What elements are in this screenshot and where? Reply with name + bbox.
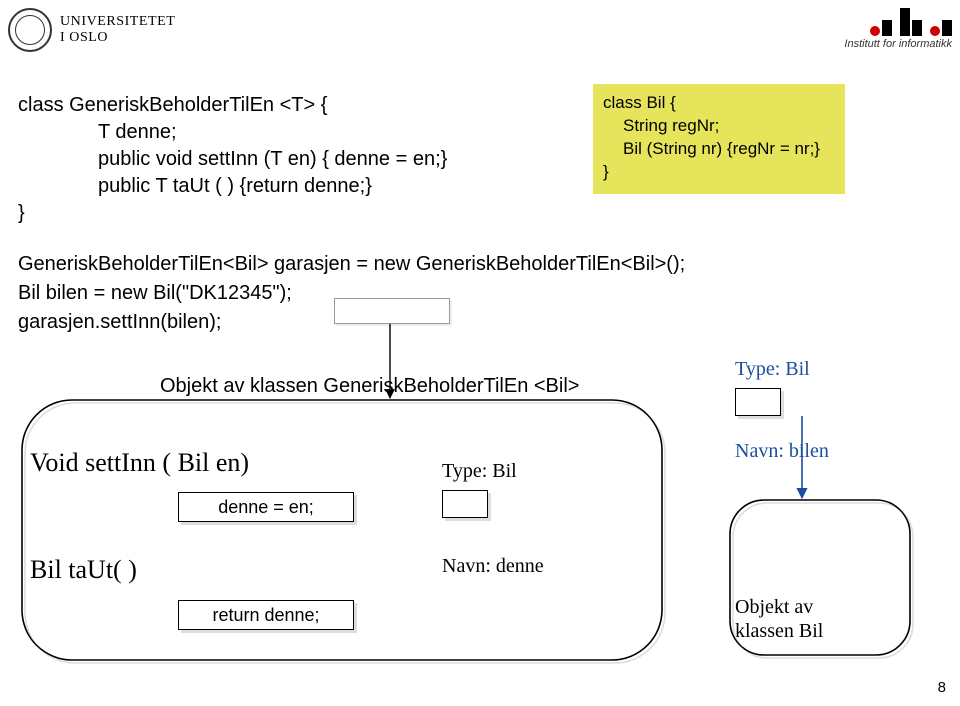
uio-seal-icon (8, 8, 52, 52)
box-denne-assign: denne = en; (178, 492, 354, 522)
code-line: Bil (String nr) {regNr = nr;} (603, 138, 835, 161)
objekt-bil-l2: klassen Bil (735, 619, 823, 643)
box-return-denne: return denne; (178, 600, 354, 630)
ifi-icon (844, 8, 952, 36)
code-line: T denne; (18, 119, 447, 146)
ref-box-bilen (735, 388, 781, 416)
code-line: public T taUt ( ) {return denne;} (18, 173, 447, 200)
code-line: } (603, 161, 835, 184)
objekt-bil-l1: Objekt av (735, 595, 823, 619)
code-block-generic: class GeneriskBeholderTilEn <T> { T denn… (18, 92, 447, 227)
navn-bilen: Navn: bilen (735, 440, 829, 463)
uio-logo: UNIVERSITETET I OSLO (8, 8, 175, 52)
ref-box-denne (442, 490, 488, 518)
ifi-label: Institutt for informatikk (844, 38, 952, 50)
navn-denne: Navn: denne (442, 555, 544, 578)
code-line: } (18, 200, 447, 227)
uio-line2: I OSLO (60, 30, 175, 46)
code-line: GeneriskBeholderTilEn<Bil> garasjen = ne… (18, 250, 685, 279)
uio-text: UNIVERSITETET I OSLO (60, 14, 175, 46)
type-bil-center: Type: Bil (442, 460, 517, 483)
method-taut-label: Bil taUt( ) (30, 555, 137, 585)
code-line: String regNr; (603, 115, 835, 138)
method-taut-text: Bil taUt( ) (30, 555, 137, 584)
highlight-box-dk12345 (334, 298, 450, 324)
object-caption: Objekt av klassen GeneriskBeholderTilEn … (160, 375, 579, 398)
type-bil-right: Type: Bil (735, 358, 810, 381)
uio-line1: UNIVERSITETET (60, 14, 175, 30)
objekt-bil-label: Objekt av klassen Bil (735, 595, 823, 643)
page-number: 8 (938, 679, 946, 696)
code-line: class GeneriskBeholderTilEn <T> { (18, 92, 447, 119)
code-line: public void settInn (T en) { denne = en;… (18, 146, 447, 173)
code-block-bil: class Bil { String regNr; Bil (String nr… (593, 84, 845, 194)
slide-header: UNIVERSITETET I OSLO Institutt for infor… (8, 8, 952, 62)
method-settinn-text: Void settInn ( Bil en) (30, 448, 249, 477)
ifi-logo: Institutt for informatikk (844, 8, 952, 50)
method-settinn-label: Void settInn ( Bil en) (30, 448, 249, 478)
code-line: class Bil { (603, 92, 835, 115)
